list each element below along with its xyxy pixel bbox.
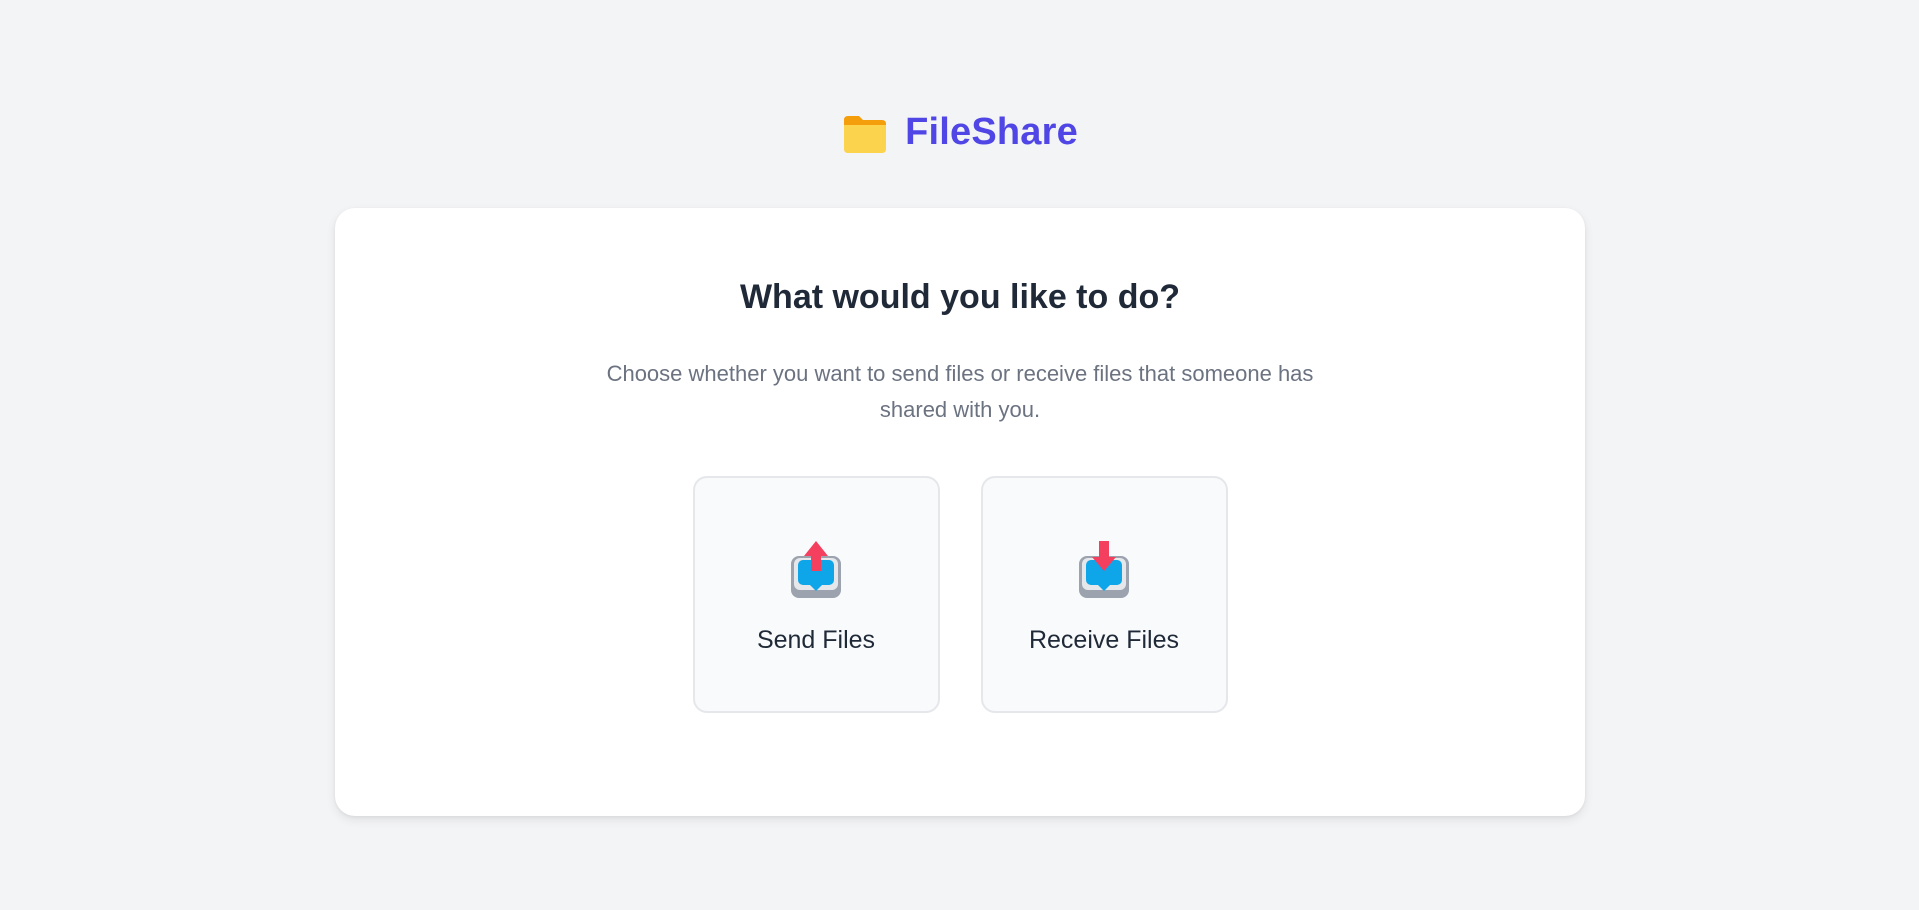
inbox-download-icon bbox=[1079, 541, 1129, 598]
receive-files-button[interactable]: Receive Files bbox=[980, 476, 1228, 713]
app-header: FileShare bbox=[0, 108, 1919, 156]
outbox-upload-icon bbox=[791, 541, 841, 598]
action-options: Send Files Receive Files bbox=[335, 476, 1585, 713]
app-title: FileShare bbox=[905, 110, 1078, 153]
send-files-button[interactable]: Send Files bbox=[692, 476, 940, 713]
folder-icon bbox=[844, 116, 887, 153]
send-files-label: Send Files bbox=[756, 626, 876, 654]
choice-card: What would you like to do? Choose whethe… bbox=[335, 208, 1585, 816]
page-description: Choose whether you want to send files or… bbox=[606, 361, 1314, 422]
page-title: What would you like to do? bbox=[739, 278, 1181, 316]
receive-files-label: Receive Files bbox=[1028, 626, 1180, 654]
